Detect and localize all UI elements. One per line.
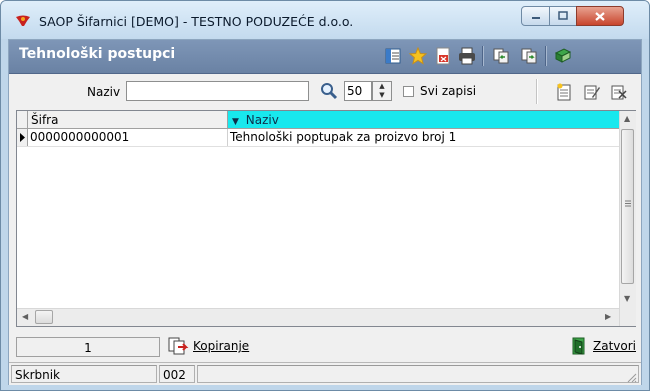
app-logo-icon (16, 15, 30, 26)
toolbar-separator (482, 46, 484, 66)
exit-book-icon[interactable] (554, 47, 572, 65)
minimize-icon (531, 17, 540, 19)
app-window: SAOP Šifarnici [DEMO] - TESTNO PODUZEĆE … (0, 0, 650, 391)
copy-right-icon[interactable] (520, 47, 538, 65)
resize-grip-icon[interactable] (625, 371, 637, 383)
record-limit-input[interactable]: 50 (344, 81, 372, 101)
scroll-up-icon[interactable]: ▲ (624, 114, 630, 123)
scroll-down-icon[interactable]: ▼ (624, 294, 630, 303)
column-header-sifra[interactable]: Šifra (28, 111, 228, 129)
record-counter: 1 (16, 337, 160, 357)
grip-icon (625, 200, 631, 207)
horizontal-scrollbar[interactable]: ◀ ▶ (17, 308, 619, 326)
cell-sifra[interactable]: 0000000000001 (28, 129, 228, 146)
panel-header: Tehnološki postupci (9, 40, 641, 74)
search-icon[interactable] (320, 81, 338, 101)
cell-naziv[interactable]: Tehnološki poptupak za proizvo broj 1 (228, 129, 621, 146)
sort-descending-icon: ▼ (232, 117, 239, 127)
spin-up-icon[interactable]: ▲ (373, 82, 391, 91)
scroll-right-icon[interactable]: ▶ (605, 312, 611, 321)
column-header-naziv-label: Naziv (245, 113, 279, 127)
naziv-search-input[interactable] (126, 81, 309, 101)
list-columns-icon[interactable] (384, 47, 402, 65)
copy-pages-icon (168, 337, 189, 355)
page-title: Tehnološki postupci (19, 46, 176, 62)
data-grid[interactable]: Šifra ▼ Naziv 0000000000001 Tehnološki p… (16, 110, 636, 327)
close-icon (595, 11, 605, 21)
filter-bar: Naziv 50 ▲ ▼ Svi zapisi (9, 74, 641, 108)
pdf-icon[interactable] (434, 47, 452, 65)
record-limit-spinner[interactable]: ▲ ▼ (372, 81, 392, 101)
delete-document-icon[interactable] (610, 83, 628, 101)
filter-separator (536, 79, 538, 104)
status-skrbnik: Skrbnik (11, 365, 157, 383)
status-bar: Skrbnik 002 (9, 362, 641, 385)
naziv-label: Naziv (87, 85, 121, 99)
status-code: 002 (159, 365, 195, 383)
title-bar[interactable]: SAOP Šifarnici [DEMO] - TESTNO PODUZEĆE … (1, 1, 649, 39)
close-door-icon (572, 337, 585, 355)
row-indicator-header (17, 111, 28, 129)
close-button[interactable] (576, 6, 624, 26)
spin-down-icon[interactable]: ▼ (373, 91, 391, 100)
maximize-icon (558, 11, 568, 20)
bottom-bar: 1 Kopiranje Zatvori (9, 330, 641, 360)
toolbar-separator (545, 46, 547, 66)
minimize-button[interactable] (521, 6, 550, 26)
edit-document-icon[interactable] (583, 83, 601, 101)
window-title: SAOP Šifarnici [DEMO] - TESTNO PODUZEĆE … (39, 14, 354, 29)
new-document-icon[interactable] (555, 83, 573, 101)
star-icon[interactable] (409, 47, 427, 65)
maximize-button[interactable] (549, 6, 577, 26)
horizontal-scroll-thumb[interactable] (35, 310, 53, 324)
svi-zapisi-checkbox[interactable] (403, 86, 414, 97)
table-row[interactable]: 0000000000001 Tehnološki poptupak za pro… (17, 129, 619, 147)
row-pointer-icon (20, 133, 25, 142)
vertical-scrollbar[interactable]: ▲ ▼ (619, 111, 636, 326)
scroll-left-icon[interactable]: ◀ (22, 312, 28, 321)
column-header-naziv[interactable]: ▼ Naziv (228, 111, 619, 129)
copy-left-icon[interactable] (492, 47, 510, 65)
client-area: Tehnološki postupci Naziv 50 ▲ ▼ Svi zap… (8, 39, 642, 385)
kopiranje-label: Kopiranje (193, 339, 250, 353)
zatvori-button[interactable]: Zatvori (570, 334, 636, 358)
current-row-indicator (17, 129, 28, 146)
vertical-scroll-thumb[interactable] (621, 129, 634, 284)
printer-icon[interactable] (458, 47, 476, 65)
status-message (197, 365, 639, 383)
kopiranje-button[interactable]: Kopiranje (167, 334, 249, 358)
svi-zapisi-label: Svi zapisi (420, 84, 477, 98)
zatvori-label: Zatvori (593, 339, 636, 353)
